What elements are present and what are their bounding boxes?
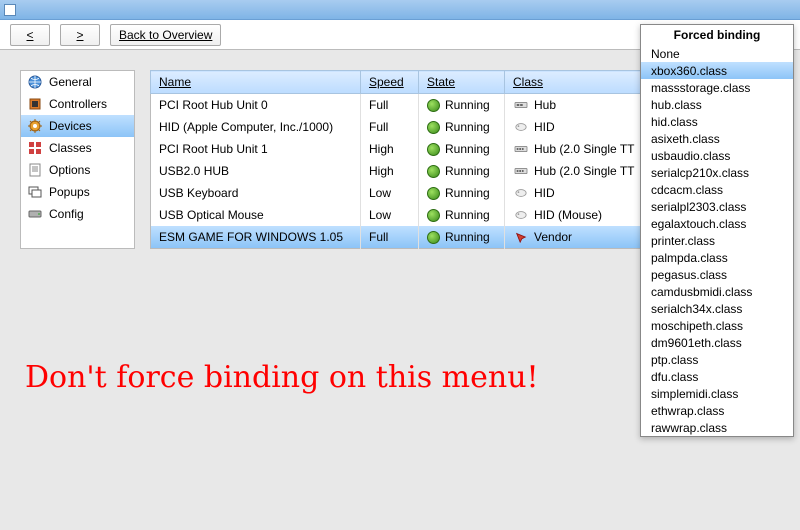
cell-speed: Full — [361, 94, 419, 117]
window-titlebar — [0, 0, 800, 20]
hub-icon — [513, 99, 529, 111]
status-dot-icon — [427, 209, 440, 222]
hid-icon — [513, 187, 529, 199]
sidebar-item-label: General — [49, 75, 92, 89]
popup-item[interactable]: palmpda.class — [641, 249, 793, 266]
doc-icon — [27, 162, 43, 178]
back-button[interactable]: < — [10, 24, 50, 46]
cell-speed: Low — [361, 204, 419, 226]
cell-state: Running — [419, 94, 505, 117]
cell-state: Running — [419, 182, 505, 204]
status-dot-icon — [427, 231, 440, 244]
cell-name: PCI Root Hub Unit 0 — [151, 94, 361, 117]
sidebar-item-label: Options — [49, 163, 90, 177]
popup-item[interactable]: serialcp210x.class — [641, 164, 793, 181]
sidebar-item-controllers[interactable]: Controllers — [21, 93, 134, 115]
vendor-icon — [513, 231, 529, 243]
hub2-icon — [513, 165, 529, 177]
cell-name: USB2.0 HUB — [151, 160, 361, 182]
cell-speed: Low — [361, 182, 419, 204]
sidebar-item-label: Controllers — [49, 97, 107, 111]
status-dot-icon — [427, 143, 440, 156]
sidebar-item-label: Classes — [49, 141, 92, 155]
popup-item[interactable]: dfu.class — [641, 368, 793, 385]
popup-item[interactable]: xbox360.class — [641, 62, 793, 79]
status-dot-icon — [427, 187, 440, 200]
hid-icon — [513, 121, 529, 133]
sidebar-item-label: Popups — [49, 185, 90, 199]
popup-item[interactable]: serialpl2303.class — [641, 198, 793, 215]
popup-item[interactable]: serialch34x.class — [641, 300, 793, 317]
popup-title: Forced binding — [641, 25, 793, 45]
gear-icon — [27, 118, 43, 134]
popup-item[interactable]: ethwrap.class — [641, 402, 793, 419]
cell-speed: High — [361, 160, 419, 182]
cell-name: ESM GAME FOR WINDOWS 1.05 — [151, 226, 361, 249]
cell-speed: Full — [361, 116, 419, 138]
popup-item[interactable]: hid.class — [641, 113, 793, 130]
grid-icon — [27, 140, 43, 156]
popup-item[interactable]: dm9601eth.class — [641, 334, 793, 351]
col-state[interactable]: State — [419, 71, 505, 94]
cell-state: Running — [419, 138, 505, 160]
col-speed[interactable]: Speed — [361, 71, 419, 94]
popup-item[interactable]: ptp.class — [641, 351, 793, 368]
sidebar-item-popups[interactable]: Popups — [21, 181, 134, 203]
status-dot-icon — [427, 165, 440, 178]
warning-text: Don't force binding on this menu! — [25, 360, 539, 395]
cell-name: PCI Root Hub Unit 1 — [151, 138, 361, 160]
col-name[interactable]: Name — [151, 71, 361, 94]
cell-state: Running — [419, 226, 505, 249]
forward-button[interactable]: > — [60, 24, 100, 46]
popup-item[interactable]: pegasus.class — [641, 266, 793, 283]
sidebar-item-devices[interactable]: Devices — [21, 115, 134, 137]
forced-binding-menu: Forced binding Nonexbox360.classmassstor… — [640, 24, 794, 437]
cell-name: USB Keyboard — [151, 182, 361, 204]
sidebar-item-options[interactable]: Options — [21, 159, 134, 181]
popup-item[interactable]: camdusbmidi.class — [641, 283, 793, 300]
sidebar-item-config[interactable]: Config — [21, 203, 134, 225]
popup-item[interactable]: cdcacm.class — [641, 181, 793, 198]
globe-icon — [27, 74, 43, 90]
sidebar-item-classes[interactable]: Classes — [21, 137, 134, 159]
hid-icon — [513, 209, 529, 221]
status-dot-icon — [427, 121, 440, 134]
popup-item[interactable]: None — [641, 45, 793, 62]
chip-icon — [27, 96, 43, 112]
popup-item[interactable]: hub.class — [641, 96, 793, 113]
cell-name: HID (Apple Computer, Inc./1000) — [151, 116, 361, 138]
cell-state: Running — [419, 116, 505, 138]
overview-link[interactable]: Back to Overview — [110, 24, 221, 46]
cell-speed: High — [361, 138, 419, 160]
sidebar-item-label: Config — [49, 207, 84, 221]
popup-item[interactable]: simplemidi.class — [641, 385, 793, 402]
cell-state: Running — [419, 204, 505, 226]
popup-item[interactable]: moschipeth.class — [641, 317, 793, 334]
drive-icon — [27, 206, 43, 222]
cell-name: USB Optical Mouse — [151, 204, 361, 226]
cell-speed: Full — [361, 226, 419, 249]
popup-item[interactable]: asixeth.class — [641, 130, 793, 147]
hub2-icon — [513, 143, 529, 155]
popup-item[interactable]: massstorage.class — [641, 79, 793, 96]
sidebar-item-general[interactable]: General — [21, 71, 134, 93]
sidebar-item-label: Devices — [49, 119, 92, 133]
popup-item[interactable]: printer.class — [641, 232, 793, 249]
cell-state: Running — [419, 160, 505, 182]
status-dot-icon — [427, 99, 440, 112]
window-icon — [4, 4, 16, 16]
sidebar: General Controllers Devices Classes Options P… — [20, 70, 135, 249]
popup-item[interactable]: rawwrap.class — [641, 419, 793, 436]
popup-item[interactable]: usbaudio.class — [641, 147, 793, 164]
popup-icon — [27, 184, 43, 200]
popup-item[interactable]: egalaxtouch.class — [641, 215, 793, 232]
